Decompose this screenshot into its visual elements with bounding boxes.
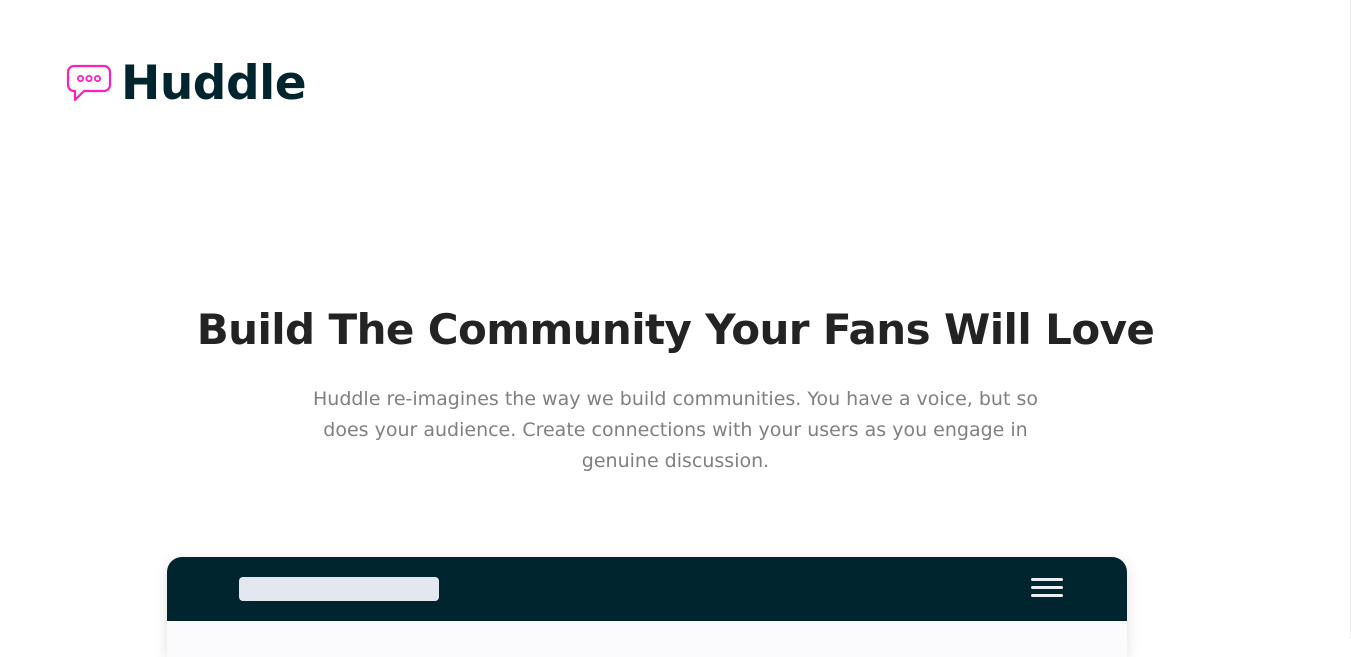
hero-title: Build The Community Your Fans Will Love bbox=[196, 305, 1155, 354]
mockup-search-placeholder bbox=[239, 577, 439, 601]
hero-section: Build The Community Your Fans Will Love … bbox=[0, 300, 1351, 477]
hamburger-icon bbox=[1031, 578, 1063, 600]
brand-logo[interactable]: Huddle bbox=[66, 56, 307, 111]
mockup-body bbox=[167, 621, 1127, 657]
mockup-header-bar bbox=[167, 557, 1127, 621]
chat-bubble-icon bbox=[66, 64, 112, 104]
app-mockup-illustration bbox=[167, 557, 1127, 657]
brand-name: Huddle bbox=[121, 56, 307, 111]
hero-description: Huddle re-imagines the way we build comm… bbox=[312, 388, 1038, 472]
